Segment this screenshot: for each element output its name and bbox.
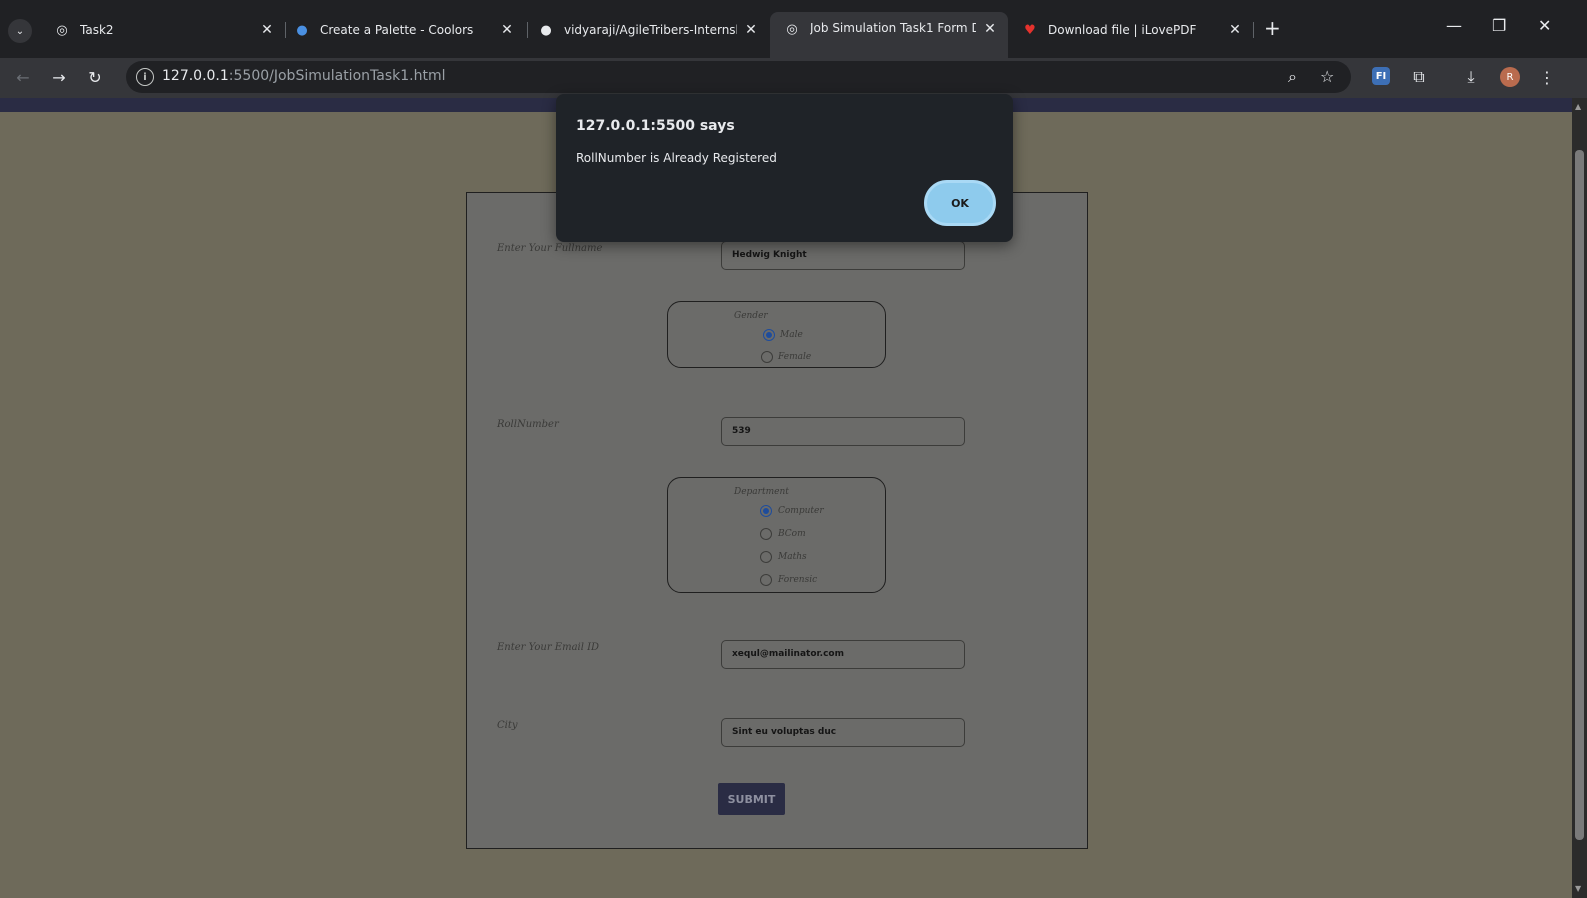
gender-male-label: Male xyxy=(780,330,803,340)
department-fieldset: Department Computer BCom Maths Forensic xyxy=(667,477,886,593)
department-bcom-label: BCom xyxy=(778,529,806,539)
tab-title: vidyaraji/AgileTribers-Internship xyxy=(564,23,737,37)
scrollbar-thumb[interactable] xyxy=(1575,150,1584,840)
more-menu-icon[interactable]: ⋮ xyxy=(1536,66,1558,88)
city-input[interactable]: Sint eu voluptas duc xyxy=(721,718,965,747)
tab-separator xyxy=(1253,22,1254,38)
site-info-icon[interactable]: i xyxy=(136,68,154,86)
extension-badge: FI xyxy=(1375,70,1387,82)
globe-icon: ◎ xyxy=(56,22,68,38)
dialog-message: RollNumber is Already Registered xyxy=(576,151,777,165)
globe-icon: ◎ xyxy=(786,21,798,37)
address-bar[interactable]: i 127.0.0.1:5500/JobSimulationTask1.html… xyxy=(126,61,1351,93)
gender-legend: Gender xyxy=(734,311,768,321)
rollnumber-input[interactable]: 539 xyxy=(721,417,965,446)
gender-female-radio[interactable] xyxy=(761,351,773,363)
fullname-label: Enter Your Fullname xyxy=(497,243,603,254)
tab-job-simulation[interactable]: ◎ Job Simulation Task1 Form Data ✕ xyxy=(770,12,1008,58)
gender-male-radio[interactable] xyxy=(763,329,775,341)
tab-title: Create a Palette - Coolors xyxy=(320,23,474,37)
tab-search-button[interactable]: ⌄ xyxy=(8,19,32,43)
extension-icon[interactable]: FI xyxy=(1372,67,1390,85)
city-label: City xyxy=(497,720,518,731)
department-maths-label: Maths xyxy=(778,552,807,562)
close-icon[interactable]: ✕ xyxy=(259,22,275,38)
bookmark-star-icon[interactable]: ☆ xyxy=(1320,67,1334,86)
avatar-initial: R xyxy=(1506,71,1514,83)
avatar[interactable]: R xyxy=(1500,67,1520,87)
page-scrollbar[interactable]: ▲ ▼ xyxy=(1572,98,1587,898)
scroll-down-icon[interactable]: ▼ xyxy=(1575,884,1581,893)
department-forensic-label: Forensic xyxy=(778,575,818,585)
tab-title: Download file | iLovePDF xyxy=(1048,23,1197,37)
download-icon[interactable]: ⤓ xyxy=(1460,66,1482,88)
tab-github[interactable]: ● vidyaraji/AgileTribers-Internship ✕ xyxy=(524,14,769,46)
tab-title: Task2 xyxy=(80,23,114,37)
browser-toolbar: ← → ↻ i 127.0.0.1:5500/JobSimulationTask… xyxy=(0,58,1587,98)
tab-strip: ⌄ ◎ Task2 ✕ ● Create a Palette - Coolors… xyxy=(0,0,1587,58)
reload-icon[interactable]: ↻ xyxy=(84,66,106,88)
tab-task2[interactable]: ◎ Task2 ✕ xyxy=(40,14,285,46)
tab-ilovepdf[interactable]: ♥ Download file | iLovePDF ✕ xyxy=(1008,14,1253,46)
dialog-origin: 127.0.0.1:5500 says xyxy=(576,118,735,134)
close-icon[interactable]: ✕ xyxy=(982,21,998,37)
forward-arrow-icon[interactable]: → xyxy=(48,66,70,88)
department-bcom-radio[interactable] xyxy=(760,528,772,540)
coolors-icon: ● xyxy=(296,22,308,38)
registration-form: Enter Your Fullname Hedwig Knight Gender… xyxy=(466,192,1088,849)
minimize-icon[interactable]: — xyxy=(1446,16,1462,35)
email-input[interactable]: xequl@mailinator.com xyxy=(721,640,965,669)
close-icon[interactable]: ✕ xyxy=(499,22,515,38)
ok-button[interactable]: OK xyxy=(924,180,996,226)
submit-button[interactable]: SUBMIT xyxy=(718,783,785,815)
restore-icon[interactable]: ❐ xyxy=(1492,16,1506,35)
rollnumber-label: RollNumber xyxy=(497,419,559,430)
zoom-icon[interactable]: ⌕ xyxy=(1288,67,1297,87)
alert-dialog: 127.0.0.1:5500 says RollNumber is Alread… xyxy=(556,94,1013,242)
email-label: Enter Your Email ID xyxy=(497,642,600,653)
heart-icon: ♥ xyxy=(1024,22,1036,38)
department-maths-radio[interactable] xyxy=(760,551,772,563)
tab-title: Job Simulation Task1 Form Data xyxy=(810,21,976,35)
department-legend: Department xyxy=(734,487,789,497)
department-forensic-radio[interactable] xyxy=(760,574,772,586)
department-computer-label: Computer xyxy=(778,506,824,516)
scroll-up-icon[interactable]: ▲ xyxy=(1575,102,1581,111)
extensions-puzzle-icon[interactable]: ⧉ xyxy=(1408,66,1430,88)
gender-fieldset: Gender Male Female xyxy=(667,301,886,368)
close-window-icon[interactable]: ✕ xyxy=(1538,16,1551,35)
github-icon: ● xyxy=(540,22,552,38)
close-icon[interactable]: ✕ xyxy=(1227,22,1243,38)
back-arrow-icon[interactable]: ← xyxy=(12,66,34,88)
close-icon[interactable]: ✕ xyxy=(743,22,759,38)
new-tab-icon[interactable]: + xyxy=(1264,16,1281,40)
gender-female-label: Female xyxy=(778,352,812,362)
url-text[interactable]: 127.0.0.1:5500/JobSimulationTask1.html xyxy=(162,68,445,84)
department-computer-radio[interactable] xyxy=(760,505,772,517)
fullname-input[interactable]: Hedwig Knight xyxy=(721,241,965,270)
tab-coolors[interactable]: ● Create a Palette - Coolors ✕ xyxy=(280,14,525,46)
url-path: :5500/JobSimulationTask1.html xyxy=(228,68,446,84)
url-host: 127.0.0.1 xyxy=(162,68,229,84)
